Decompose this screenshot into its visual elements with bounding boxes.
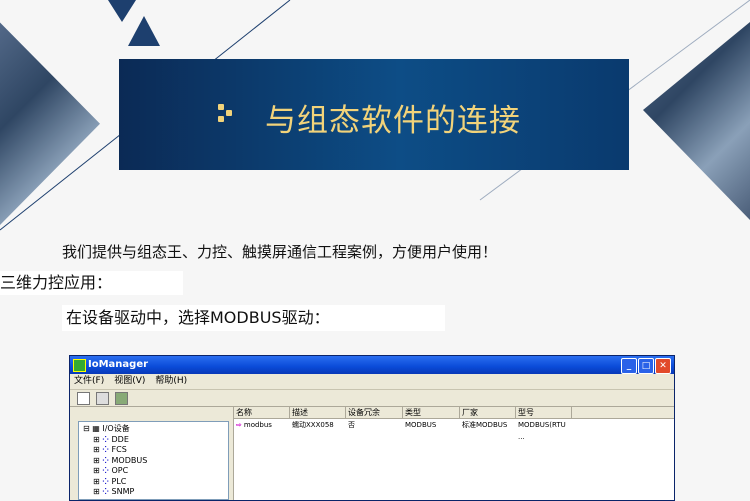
tree-item[interactable]: ⊞ ⁘ FCS <box>83 445 224 456</box>
tree-item[interactable]: ⊞ ⁘ DDE <box>83 435 224 446</box>
menu-bar: 文件(F) 视图(V) 帮助(H) <box>70 374 674 390</box>
col-name[interactable]: 名称 <box>234 407 290 418</box>
minimize-button[interactable]: _ <box>621 358 637 374</box>
toolbar <box>70 390 674 407</box>
bullet-icon <box>218 104 238 124</box>
col-vendor[interactable]: 厂家 <box>460 407 516 418</box>
col-model[interactable]: 型号 <box>516 407 572 418</box>
arrow-icon: ⇨ <box>236 421 242 429</box>
app-icon <box>73 359 86 372</box>
window-title: IoManager <box>88 359 149 370</box>
layout-icon[interactable] <box>77 392 90 405</box>
tree-pane: ⊟ ▦ I/O设备 ⊞ ⁘ DDE ⊞ ⁘ FCS ⊞ ⁘ MODBUS ⊞ ⁘… <box>70 407 234 500</box>
tree-item[interactable]: ⊞ ⁘ MODBUS <box>83 456 224 467</box>
maximize-button[interactable]: □ <box>638 358 654 374</box>
banner-title: 与组态软件的连接 <box>265 103 521 139</box>
tree-item[interactable]: ⊞ ⁘ SNMP <box>83 487 224 498</box>
section-heading: 三维力控应用： <box>0 271 183 295</box>
copy-icon[interactable] <box>96 392 109 405</box>
tree-item[interactable]: ⊞ ⁘ OPC <box>83 466 224 477</box>
menu-help[interactable]: 帮助(H) <box>155 376 187 386</box>
tree-root[interactable]: ⊟ ▦ I/O设备 <box>83 424 224 435</box>
device-tree: ⊟ ▦ I/O设备 ⊞ ⁘ DDE ⊞ ⁘ FCS ⊞ ⁘ MODBUS ⊞ ⁘… <box>78 421 229 500</box>
iomanager-window: IoManager _ □ ✕ 文件(F) 视图(V) 帮助(H) ⊟ ▦ I/O设… <box>69 355 675 501</box>
table-row[interactable]: ⇨ modbus 蠕动XXX058 否 MODBUS 标准MODBUS MODBU… <box>234 419 674 443</box>
menu-view[interactable]: 视图(V) <box>114 376 145 386</box>
col-redundant[interactable]: 设备冗余 <box>346 407 403 418</box>
col-type[interactable]: 类型 <box>403 407 460 418</box>
tree-item[interactable]: ⊞ ⁘ PLC <box>83 477 224 488</box>
device-list: 名称 描述 设备冗余 类型 厂家 型号 ⇨ modbus 蠕动XXX058 否 M… <box>234 407 674 500</box>
close-button[interactable]: ✕ <box>655 358 671 374</box>
exit-icon[interactable] <box>115 392 128 405</box>
list-header: 名称 描述 设备冗余 类型 厂家 型号 <box>234 407 674 419</box>
instruction-text: 在设备驱动中，选择MODBUS驱动： <box>62 305 445 331</box>
title-bar: IoManager _ □ ✕ <box>70 356 674 374</box>
col-desc[interactable]: 描述 <box>290 407 346 418</box>
menu-file[interactable]: 文件(F) <box>74 376 104 386</box>
intro-text: 我们提供与组态王、力控、触摸屏通信工程案例，方便用户使用！ <box>62 243 498 261</box>
